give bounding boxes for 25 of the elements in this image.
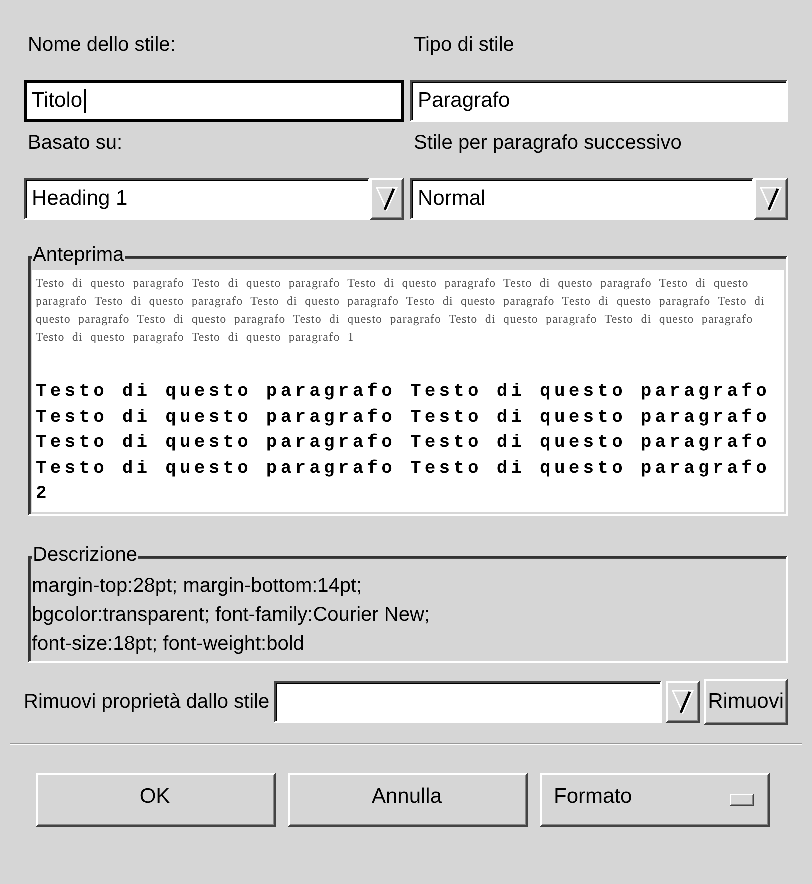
remove-property-label: Rimuovi proprietà dallo stile — [24, 690, 270, 714]
dialog-button[interactable]: OK — [36, 773, 276, 827]
field-label: Tipo di stile — [414, 34, 516, 58]
text-cursor — [84, 89, 86, 113]
field-label: Stile per paragrafo successivo — [414, 132, 683, 156]
current-paragraph-text: Testo di questo paragrafo Testo di questo paragrafo Testo di questo paragrafo Testo di questo paragrafo Testo di questo paragrafo Testo di questo paragrafo Testo di questo paragrafo Testo di questo paragrafo 2 — [36, 381, 772, 506]
dropdown-button[interactable] — [754, 178, 788, 220]
combo-field[interactable]: Heading 1 — [24, 178, 370, 220]
remove-button[interactable]: Rimuovi — [704, 679, 788, 725]
dropdown-arrow-icon — [376, 186, 398, 212]
dropdown-button[interactable] — [666, 681, 700, 723]
field-label: Nome dello stile: — [28, 34, 177, 58]
text-field[interactable]: Paragrafo — [410, 80, 788, 122]
dropdown-button[interactable] — [370, 178, 404, 220]
property-combo-field[interactable] — [274, 681, 662, 723]
field-label: Basato su: — [28, 132, 124, 156]
combo-field[interactable]: Normal — [410, 178, 754, 220]
menu-button[interactable]: Formato — [540, 773, 770, 827]
dialog-button[interactable]: Annulla — [288, 773, 528, 827]
text-field[interactable]: Titolo — [24, 80, 404, 122]
previous-paragraph-text: Testo di questo paragrafo Testo di questo paragrafo Testo di questo paragrafo Testo di questo paragrafo Testo di questo paragrafo Testo di questo paragrafo Testo di questo paragrafo Testo di questo paragrafo Testo di questo paragrafo Testo di questo paragrafo Testo di questo paragrafo Testo di questo paragrafo Testo di questo paragrafo Testo di questo paragrafo Testo di questo paragrafo Testo di questo paragrafo 1 — [36, 275, 766, 346]
dropdown-arrow-icon — [672, 689, 694, 715]
description-text: margin-top:28pt; margin-bottom:14pt; bgcolor:transparent; font-family:Courier New; font-size:18pt; font-weight:bold — [32, 574, 431, 657]
dropdown-arrow-icon — [760, 186, 782, 212]
menu-indicator-icon — [730, 794, 754, 806]
